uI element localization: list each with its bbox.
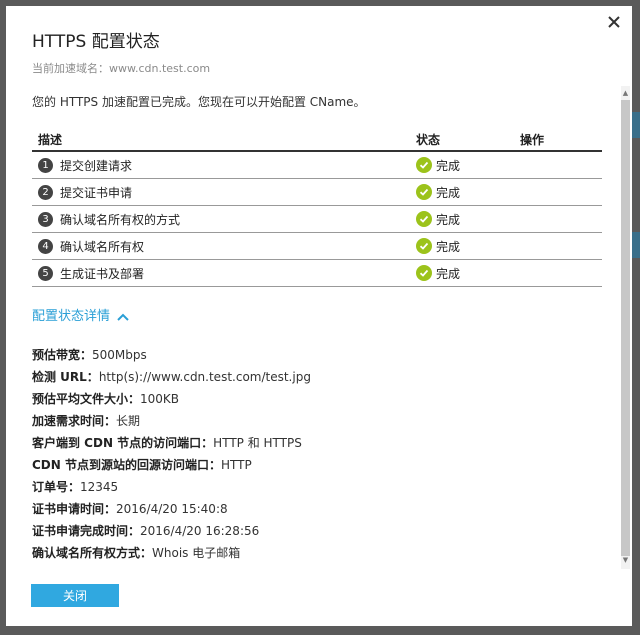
- detail-label: CDN 节点到源站的回源访问端口：: [32, 458, 221, 472]
- step-status-cell: 完成: [416, 157, 520, 174]
- step-desc-cell: 4 确认域名所有权: [32, 238, 416, 255]
- detail-value: http(s)://www.cdn.test.com/test.jpg: [98, 370, 311, 384]
- detail-label: 预估带宽：: [32, 348, 93, 362]
- step-status-cell: 完成: [416, 184, 520, 201]
- step-desc-cell: 3 确认域名所有权的方式: [32, 211, 416, 228]
- detail-label: 预估平均文件大小：: [32, 392, 141, 406]
- chevron-up-icon: [117, 313, 129, 321]
- close-dialog-button[interactable]: [604, 12, 624, 32]
- detail-label: 加速需求时间：: [32, 414, 117, 428]
- step-status-cell: 完成: [416, 238, 520, 255]
- detail-value: 长期: [116, 414, 141, 428]
- detail-row: CDN 节点到源站的回源访问端口：HTTP: [32, 454, 602, 476]
- detail-row: 客户端到 CDN 节点的访问端口：HTTP 和 HTTPS: [32, 432, 602, 454]
- detail-label: 确认域名所有权方式：: [32, 546, 153, 560]
- check-circle-icon: [416, 211, 432, 227]
- step-desc: 提交创建请求: [60, 158, 133, 173]
- detail-value: 2016/4/20 16:28:56: [140, 524, 260, 538]
- step-status: 完成: [436, 239, 461, 254]
- detail-value: 2016/4/20 15:40:8: [116, 502, 228, 516]
- close-icon: [608, 16, 620, 28]
- table-row: 2 提交证书申请 完成: [32, 179, 602, 206]
- detail-row: 加速需求时间：长期: [32, 410, 602, 432]
- detail-label: 客户端到 CDN 节点的访问端口：: [32, 436, 214, 450]
- detail-row: 证书申请时间：2016/4/20 15:40:8: [32, 498, 602, 520]
- details-toggle[interactable]: 配置状态详情: [32, 308, 129, 326]
- detail-value: 500Mbps: [92, 348, 147, 362]
- header-status: 状态: [416, 132, 441, 147]
- detail-row: 预估带宽：500Mbps: [32, 344, 602, 366]
- close-button[interactable]: 关闭: [31, 584, 119, 607]
- detail-row: 确认域名所有权方式：Whois 电子邮箱: [32, 542, 602, 564]
- scroll-down-arrow-icon[interactable]: ▼: [621, 555, 630, 565]
- step-number-badge: 3: [38, 211, 53, 227]
- step-number-badge: 1: [38, 157, 53, 173]
- step-status-cell: 完成: [416, 211, 520, 228]
- step-desc: 提交证书申请: [60, 185, 133, 200]
- detail-label: 证书申请完成时间：: [32, 524, 141, 538]
- detail-row: 订单号：12345: [32, 476, 602, 498]
- status-message: 您的 HTTPS 加速配置已完成。您现在可以开始配置 CName。: [32, 95, 366, 109]
- table-row: 3 确认域名所有权的方式 完成: [32, 206, 602, 233]
- step-status-cell: 完成: [416, 265, 520, 282]
- step-desc: 确认域名所有权: [60, 239, 145, 254]
- step-desc-cell: 5 生成证书及部署: [32, 265, 416, 282]
- domain-subtitle: 当前加速域名：www.cdn.test.com: [32, 62, 211, 75]
- table-row: 4 确认域名所有权 完成: [32, 233, 602, 260]
- detail-label: 检测 URL：: [32, 370, 99, 384]
- table-row: 1 提交创建请求 完成: [32, 152, 602, 179]
- detail-row: 预估平均文件大小：100KB: [32, 388, 602, 410]
- step-status: 完成: [436, 266, 461, 281]
- check-circle-icon: [416, 184, 432, 200]
- step-status: 完成: [436, 185, 461, 200]
- scroll-up-arrow-icon[interactable]: ▲: [621, 88, 630, 98]
- check-circle-icon: [416, 238, 432, 254]
- detail-label: 订单号：: [32, 480, 81, 494]
- step-desc: 生成证书及部署: [60, 266, 145, 281]
- details-list: 预估带宽：500Mbps 检测 URL：http(s)://www.cdn.tes…: [32, 344, 602, 564]
- detail-row: 证书申请完成时间：2016/4/20 16:28:56: [32, 520, 602, 542]
- table-header: 描述 状态 操作: [32, 128, 602, 152]
- step-desc-cell: 1 提交创建请求: [32, 157, 416, 174]
- step-number-badge: 2: [38, 184, 53, 200]
- step-desc-cell: 2 提交证书申请: [32, 184, 416, 201]
- detail-value: Whois 电子邮箱: [152, 546, 241, 560]
- detail-value: HTTP: [221, 458, 252, 472]
- check-circle-icon: [416, 265, 432, 281]
- scrollbar-thumb[interactable]: [621, 100, 630, 556]
- steps-table: 描述 状态 操作 1 提交创建请求 完成 2 提交证书申请 完成 3 确认域名所有权的方式 完成…: [32, 128, 602, 287]
- dialog-title: HTTPS 配置状态: [32, 32, 160, 52]
- details-toggle-label: 配置状态详情: [32, 309, 111, 324]
- step-status: 完成: [436, 212, 461, 227]
- step-status: 完成: [436, 158, 461, 173]
- detail-row: 检测 URL：http(s)://www.cdn.test.com/test.j…: [32, 366, 602, 388]
- detail-value: 100KB: [140, 392, 180, 406]
- step-desc: 确认域名所有权的方式: [60, 212, 181, 227]
- header-action: 操作: [520, 132, 545, 147]
- step-number-badge: 5: [38, 265, 53, 281]
- detail-value: HTTP 和 HTTPS: [213, 436, 302, 450]
- table-row: 5 生成证书及部署 完成: [32, 260, 602, 287]
- detail-value: 12345: [80, 480, 119, 494]
- check-circle-icon: [416, 157, 432, 173]
- detail-label: 证书申请时间：: [32, 502, 117, 516]
- dialog-content: HTTPS 配置状态 当前加速域名：www.cdn.test.com 您的 HT…: [32, 30, 602, 564]
- https-config-dialog: ▲ ▼ HTTPS 配置状态 当前加速域名：www.cdn.test.com 您…: [6, 6, 632, 626]
- step-number-badge: 4: [38, 238, 53, 254]
- header-desc: 描述: [38, 132, 63, 147]
